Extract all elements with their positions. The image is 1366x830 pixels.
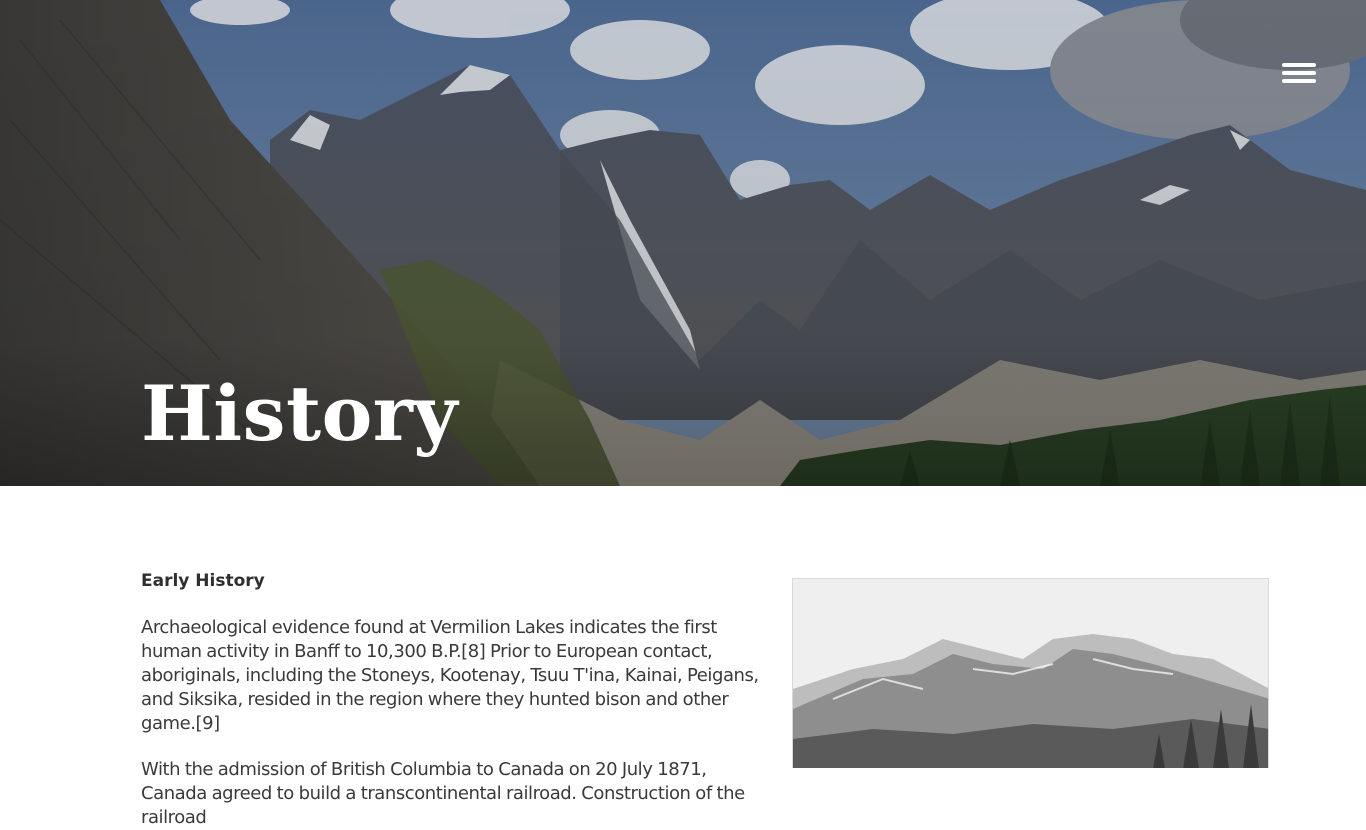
historic-mountain-photo [792,578,1269,768]
paragraph-early-history: Archaeological evidence found at Vermili… [141,617,759,734]
history-article: Early History Archaeological evidence fo… [141,568,767,830]
page-title: History [141,369,458,458]
hamburger-menu-button[interactable] [1280,60,1318,86]
hamburger-bar [1282,63,1316,67]
hamburger-bar [1282,71,1316,75]
hamburger-bar [1282,79,1316,83]
paragraph-railroad: With the admission of British Columbia t… [141,759,745,828]
hero-banner: History [0,0,1366,486]
section-heading: Early History [141,571,265,591]
